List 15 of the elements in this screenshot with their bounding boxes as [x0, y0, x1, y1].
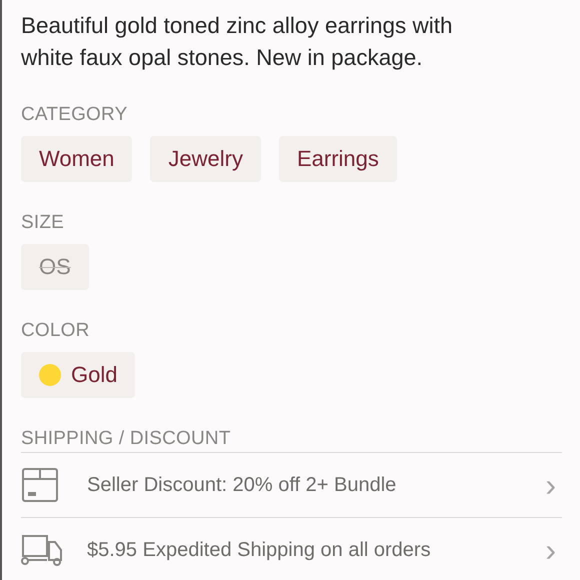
- category-tag[interactable]: Jewelry: [150, 136, 261, 182]
- chevron-icon: ›: [545, 469, 562, 501]
- truck-icon: [21, 534, 63, 566]
- chevron-icon: ›: [545, 534, 562, 566]
- category-tag[interactable]: Earrings: [278, 136, 397, 182]
- section-heading: SIZE: [21, 212, 64, 233]
- section-heading: CATEGORY: [21, 104, 128, 125]
- section-heading: SHIPPING / DISCOUNT: [21, 428, 231, 449]
- shipping-row[interactable]: $5.95 Expedited Shipping on all orders ›: [21, 518, 562, 580]
- color-option[interactable]: Gold: [21, 352, 136, 398]
- box-icon: [21, 467, 59, 503]
- category-tag[interactable]: Women: [21, 136, 132, 182]
- shipping-row[interactable]: Seller Discount: 20% off 2+ Bundle ›: [21, 453, 562, 517]
- description: Beautiful gold toned zinc alloy earrings with white faux opal stones. New in package.: [21, 12, 454, 72]
- section-heading: COLOR: [21, 320, 90, 341]
